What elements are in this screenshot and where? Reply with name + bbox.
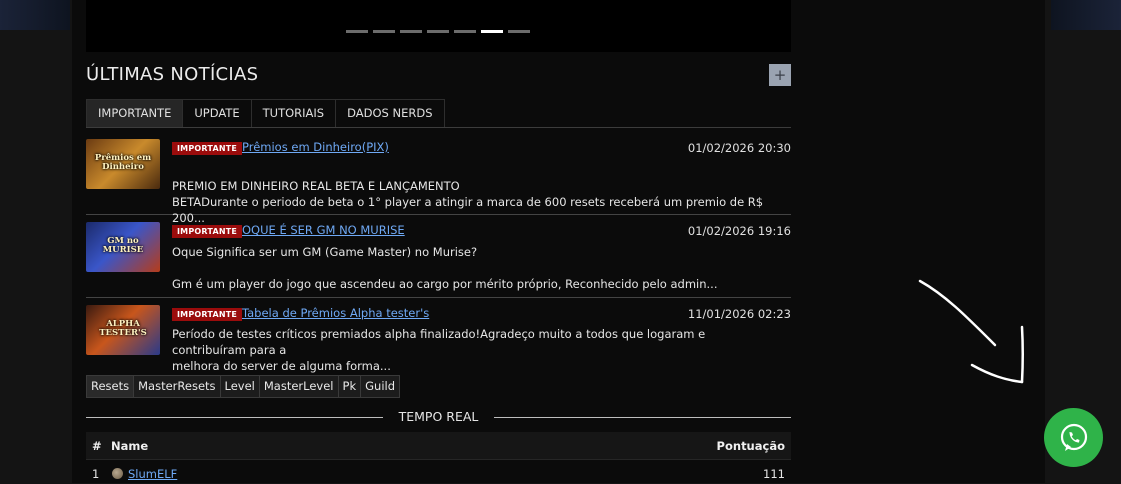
ranking-tabs: Resets MasterResets Level MasterLevel Pk…	[86, 375, 401, 398]
slider-dot[interactable]	[373, 30, 395, 33]
news-thumbnail[interactable]: GM no MURISE	[86, 222, 160, 272]
news-date: 01/02/2026 19:16	[687, 224, 791, 238]
tab-update[interactable]: UPDATE	[182, 99, 252, 127]
tab-tutoriais[interactable]: TUTORIAIS	[250, 99, 337, 127]
news-section-title: ÚLTIMAS NOTÍCIAS	[86, 64, 259, 85]
tab-importante[interactable]: IMPORTANTE	[86, 99, 184, 127]
news-title-link[interactable]: Tabela de Prêmios Alpha tester's	[242, 306, 429, 320]
news-item: Prêmios em Dinheiro IMPORTANTE Prêmios e…	[86, 139, 791, 225]
hand-drawn-arrow-icon	[918, 279, 1024, 384]
news-title-link[interactable]: Prêmios em Dinheiro(PIX)	[242, 140, 389, 154]
table-row: 1 SlumELF 111	[86, 459, 791, 484]
slider-dot[interactable]	[508, 30, 530, 33]
news-item: GM no MURISE IMPORTANTE OQUE É SER GM NO…	[86, 222, 791, 298]
news-tabs: IMPORTANTE UPDATE TUTORIAIS DADOS NERDS	[86, 99, 791, 128]
news-item: ALPHA TESTER'S IMPORTANTE Tabela de Prêm…	[86, 305, 791, 373]
divider-line	[494, 417, 791, 418]
category-badge: IMPORTANTE	[172, 142, 243, 155]
image-slider[interactable]	[86, 0, 791, 52]
thumbnail-caption: Prêmios em Dinheiro	[94, 153, 152, 172]
news-excerpt: PREMIO EM DINHEIRO REAL BETA E LANÇAMENT…	[172, 178, 782, 226]
slider-dots	[346, 30, 530, 33]
news-excerpt: Período de testes críticos premiados alp…	[172, 326, 782, 374]
news-date: 01/02/2026 20:30	[687, 141, 791, 155]
news-excerpt-line: Período de testes críticos premiados alp…	[172, 327, 706, 357]
thumbnail-caption: ALPHA TESTER'S	[99, 319, 147, 338]
whatsapp-button[interactable]	[1044, 408, 1103, 467]
tab-dados-nerds[interactable]: DADOS NERDS	[335, 99, 445, 127]
column-rank: #	[92, 439, 102, 453]
background-banner-right	[1051, 0, 1121, 30]
news-title-link[interactable]: OQUE É SER GM NO MURISE	[242, 223, 405, 237]
player-name-link[interactable]: SlumELF	[128, 467, 177, 481]
slider-dot[interactable]	[454, 30, 476, 33]
column-score: Pontuação	[716, 439, 785, 453]
news-excerpt-line: melhora do server de alguma forma...	[172, 359, 391, 373]
news-excerpt-line: PREMIO EM DINHEIRO REAL BETA E LANÇAMENT…	[172, 179, 460, 193]
tab-pk[interactable]: Pk	[337, 375, 362, 398]
news-thumbnail[interactable]: ALPHA TESTER'S	[86, 305, 160, 355]
news-excerpt-line	[172, 260, 782, 276]
tab-master-level[interactable]: MasterLevel	[258, 375, 339, 398]
tab-master-resets[interactable]: MasterResets	[133, 375, 221, 398]
tab-level[interactable]: Level	[219, 375, 260, 398]
row-rank: 1	[92, 467, 100, 481]
slider-dot[interactable]	[427, 30, 449, 33]
news-excerpt: Oque Significa ser um GM (Game Master) n…	[172, 244, 782, 292]
tab-resets[interactable]: Resets	[86, 375, 135, 398]
main-content: ÚLTIMAS NOTÍCIAS + IMPORTANTE UPDATE TUT…	[86, 0, 791, 483]
realtime-divider: TEMPO REAL	[86, 408, 791, 426]
background-banner-left	[0, 0, 70, 30]
category-badge: IMPORTANTE	[172, 308, 243, 321]
slider-dot[interactable]	[346, 30, 368, 33]
news-date: 11/01/2026 02:23	[687, 307, 791, 321]
ranking-table: # Name Pontuação 1 SlumELF 111	[86, 432, 791, 484]
class-icon	[112, 468, 123, 479]
news-excerpt-line: Gm é um player do jogo que ascendeu ao c…	[172, 277, 718, 291]
whatsapp-icon	[1060, 423, 1087, 451]
news-excerpt-line: Oque Significa ser um GM (Game Master) n…	[172, 245, 478, 259]
thumbnail-caption: GM no MURISE	[102, 236, 144, 255]
ranking-table-header: # Name Pontuação	[86, 432, 791, 459]
tab-guild[interactable]: Guild	[360, 375, 401, 398]
slider-dot[interactable]	[400, 30, 422, 33]
column-name: Name	[111, 439, 149, 453]
news-thumbnail[interactable]: Prêmios em Dinheiro	[86, 139, 160, 189]
slider-dot-active[interactable]	[481, 30, 503, 33]
row-score: 111	[763, 467, 785, 481]
expand-news-button[interactable]: +	[769, 64, 791, 86]
category-badge: IMPORTANTE	[172, 225, 243, 238]
